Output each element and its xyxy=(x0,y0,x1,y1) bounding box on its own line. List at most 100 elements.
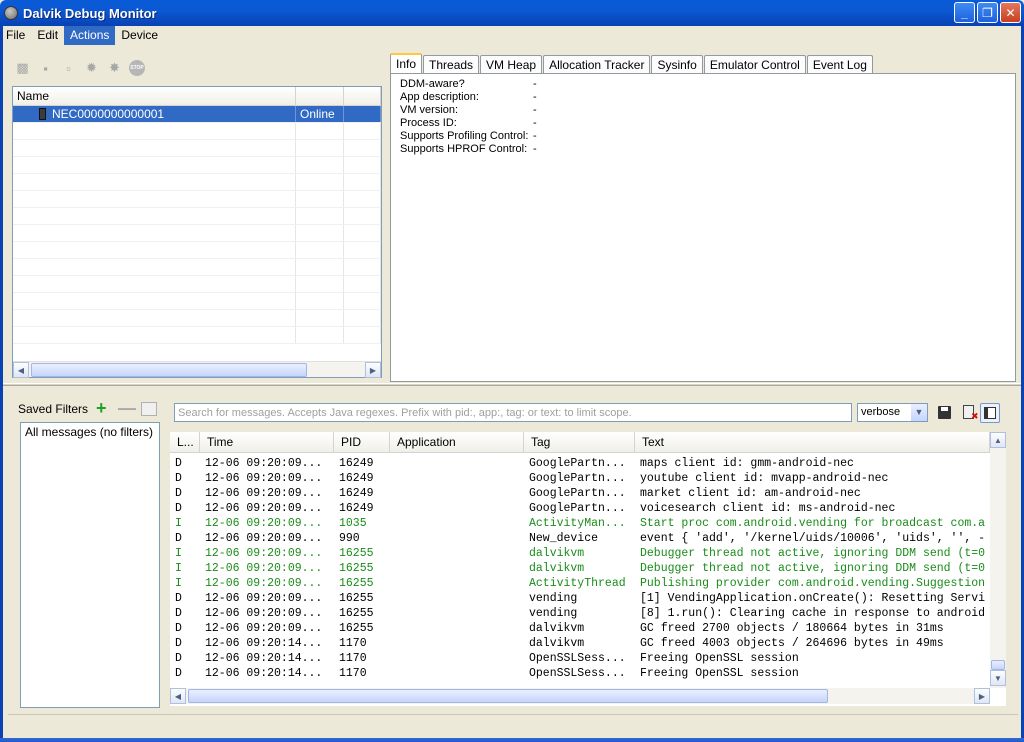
column-text[interactable]: Text xyxy=(635,432,990,452)
log-row[interactable]: I 12-06 09:20:09... 16255 ActivityThread Pub… xyxy=(170,576,990,591)
log-row[interactable]: D 12-06 09:20:09... 16249 GooglePartn... voi… xyxy=(170,501,990,516)
update-threads-icon[interactable]: ✸ xyxy=(106,60,123,76)
remove-filter-icon[interactable]: — xyxy=(118,398,136,419)
log-row[interactable]: D 12-06 09:20:14... 1170 dalvikvm GC freed 4… xyxy=(170,636,990,651)
scrollbar-thumb[interactable] xyxy=(991,660,1005,670)
log-app-cell xyxy=(390,576,524,591)
log-app-cell xyxy=(390,456,524,471)
menu-device[interactable]: Device xyxy=(115,26,164,45)
log-text-cell: Publishing provider com.android.vending.… xyxy=(640,577,986,590)
filters-list[interactable]: All messages (no filters) xyxy=(20,422,160,708)
log-tag-cell: GooglePartn... xyxy=(529,457,626,470)
log-row[interactable]: I 12-06 09:20:09... 16255 dalvikvm Debugger … xyxy=(170,561,990,576)
log-row[interactable]: D 12-06 09:20:09... 16249 GooglePartn... mar… xyxy=(170,486,990,501)
log-row[interactable]: D 12-06 09:20:09... 16249 GooglePartn... you… xyxy=(170,471,990,486)
info-label: Supports HPROF Control: xyxy=(400,143,528,155)
scroll-right-icon[interactable]: ▶ xyxy=(974,688,990,704)
column-name[interactable]: Name xyxy=(13,87,296,105)
debug-icon[interactable]: ▩ xyxy=(14,60,31,76)
log-text-cell: Freeing OpenSSL session xyxy=(640,652,799,665)
tab-sysinfo[interactable]: Sysinfo xyxy=(651,55,703,74)
log-row[interactable]: D 12-06 09:20:09... 16255 vending [1] Vendin… xyxy=(170,591,990,606)
devices-panel: ▩ ▪ ▫ ✹ ✸ STOP Name NEC0000000000001 Onl… xyxy=(8,52,386,380)
tab-emulator-control[interactable]: Emulator Control xyxy=(703,55,806,74)
log-row[interactable]: D 12-06 09:20:14... 1170 OpenSSLSess... Free… xyxy=(170,666,990,681)
tab-info[interactable]: Info xyxy=(390,53,423,74)
clear-log-icon[interactable] xyxy=(959,403,979,422)
log-row[interactable]: D 12-06 09:20:09... 990 New_device event { '… xyxy=(170,531,990,546)
device-row[interactable]: NEC0000000000001 Online xyxy=(13,106,381,123)
log-level-cell: D xyxy=(175,667,182,680)
menu-file[interactable]: File xyxy=(0,26,31,45)
log-row[interactable]: D 12-06 09:20:14... 1170 OpenSSLSess... Free… xyxy=(170,651,990,666)
column-time[interactable]: Time xyxy=(200,432,334,452)
log-text-cell: market client id: am-android-nec xyxy=(640,487,861,500)
update-heap-icon[interactable]: ▪ xyxy=(37,60,54,76)
toggle-filters-icon[interactable] xyxy=(980,403,1000,423)
scroll-right-icon[interactable]: ▶ xyxy=(365,362,381,378)
empty-row xyxy=(13,259,381,276)
stop-process-icon[interactable]: STOP xyxy=(129,60,145,76)
tab-threads[interactable]: Threads xyxy=(423,55,480,74)
log-level-cell: D xyxy=(175,652,182,665)
scroll-down-icon[interactable]: ▼ xyxy=(990,670,1006,686)
log-table[interactable]: L... Time PID Application Tag Text D 12-0… xyxy=(170,432,1006,706)
add-filter-icon[interactable]: + xyxy=(96,398,107,419)
filter-item-all[interactable]: All messages (no filters) xyxy=(21,425,159,440)
log-search-input[interactable] xyxy=(174,403,852,422)
tab-vm-heap[interactable]: VM Heap xyxy=(480,55,543,74)
minimize-button[interactable]: _ xyxy=(954,2,975,23)
column-extra[interactable] xyxy=(344,87,381,105)
log-level-cell: I xyxy=(175,547,182,560)
devices-table[interactable]: Name NEC0000000000001 Online ◀ ▶ xyxy=(12,86,382,378)
log-row[interactable]: D 12-06 09:20:09... 16255 vending [8] 1.run(… xyxy=(170,606,990,621)
empty-row xyxy=(13,293,381,310)
info-body: DDM-aware? - App description: - VM version… xyxy=(390,73,1016,382)
log-app-cell xyxy=(390,651,524,666)
column-level[interactable]: L... xyxy=(170,432,200,452)
scroll-left-icon[interactable]: ◀ xyxy=(13,362,29,378)
column-pid[interactable]: PID xyxy=(334,432,390,452)
log-text-cell: youtube client id: mvapp-android-nec xyxy=(640,472,889,485)
log-time-cell: 12-06 09:20:09... xyxy=(205,517,323,530)
log-time-cell: 12-06 09:20:09... xyxy=(205,472,323,485)
tab-event-log[interactable]: Event Log xyxy=(806,55,873,74)
title-bar[interactable]: Dalvik Debug Monitor _ ❐ ✕ xyxy=(0,0,1024,26)
log-level-select[interactable]: verbose ▼ xyxy=(857,403,928,422)
tab-allocation-tracker[interactable]: Allocation Tracker xyxy=(543,55,651,74)
log-pid-cell: 16255 xyxy=(339,592,374,605)
cause-gc-icon[interactable]: ✹ xyxy=(83,60,100,76)
save-icon[interactable] xyxy=(935,403,953,421)
column-application[interactable]: Application xyxy=(390,432,524,452)
menu-edit[interactable]: Edit xyxy=(31,26,64,45)
chevron-down-icon[interactable]: ▼ xyxy=(911,404,927,421)
log-row[interactable]: I 12-06 09:20:09... 16255 dalvikvm Debugger … xyxy=(170,546,990,561)
scrollbar-thumb[interactable] xyxy=(188,689,828,703)
scroll-left-icon[interactable]: ◀ xyxy=(170,688,186,704)
panel-splitter[interactable] xyxy=(3,383,1021,386)
maximize-button[interactable]: ❐ xyxy=(977,2,998,23)
log-text-cell: Start proc com.android.vending for broad… xyxy=(640,517,986,530)
info-value: - xyxy=(533,91,537,103)
info-tabs: Info Threads VM Heap Allocation Tracker … xyxy=(390,53,874,74)
log-row[interactable]: D 12-06 09:20:09... 16255 dalvikvm GC freed … xyxy=(170,621,990,636)
devices-horizontal-scrollbar[interactable]: ◀ ▶ xyxy=(13,361,381,378)
log-text-cell: GC freed 2700 objects / 180664 bytes in … xyxy=(640,622,944,635)
dump-hprof-icon[interactable]: ▫ xyxy=(60,60,77,76)
close-button[interactable]: ✕ xyxy=(1000,2,1021,23)
column-status[interactable] xyxy=(296,87,344,105)
column-tag[interactable]: Tag xyxy=(524,432,635,452)
scrollbar-thumb[interactable] xyxy=(31,363,307,377)
log-row[interactable]: I 12-06 09:20:09... 1035 ActivityMan... Star… xyxy=(170,516,990,531)
scroll-up-icon[interactable]: ▲ xyxy=(990,432,1006,448)
log-vertical-scrollbar[interactable]: ▲ ▼ xyxy=(990,432,1006,688)
log-tag-cell: dalvikvm xyxy=(529,637,585,650)
log-tag-cell: dalvikvm xyxy=(529,547,585,560)
log-horizontal-scrollbar[interactable]: ◀ ▶ xyxy=(170,688,990,704)
log-text-cell: voicesearch client id: ms-android-nec xyxy=(640,502,896,515)
device-name-cell: NEC0000000000001 xyxy=(13,106,296,122)
menu-actions[interactable]: Actions xyxy=(64,26,116,45)
log-row[interactable]: D 12-06 09:20:09... 16249 GooglePartn... map… xyxy=(170,456,990,471)
log-pid-cell: 16255 xyxy=(339,562,374,575)
edit-filter-icon[interactable] xyxy=(141,402,157,416)
